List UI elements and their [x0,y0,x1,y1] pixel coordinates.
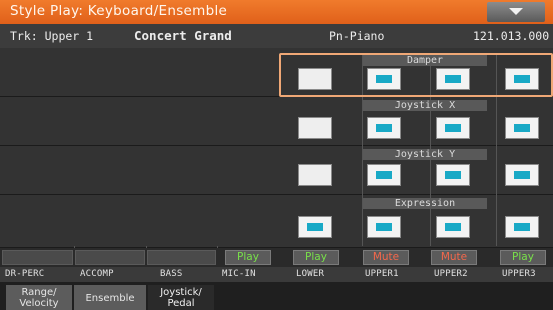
play-mute-row: Play Play Mute Mute Play [0,248,553,267]
joystick-y-cell-upper3[interactable] [505,164,539,186]
page-tabs: Range/ Velocity Ensemble Joystick/ Pedal [0,282,553,310]
selection-highlight [279,53,553,97]
page-title: Style Play: Keyboard/Ensemble [10,3,228,19]
page-menu-button[interactable] [487,2,545,22]
section-label-expression: Expression [363,198,487,209]
track-label-upper2: UPPER2 [434,269,468,279]
expression-cell-upper3[interactable] [505,216,539,238]
track-name: Trk: Upper 1 [10,29,94,43]
expression-cell-upper2[interactable] [436,216,470,238]
section-label-joystick-x: Joystick X [363,100,487,111]
play-mute-mic-in[interactable]: Play [225,250,271,265]
tab-ensemble[interactable]: Ensemble [74,285,146,310]
track-label-mic-in: MIC-IN [222,269,256,279]
play-mute-slot-dr-perc[interactable] [2,250,73,265]
program-number: 121.013.000 [473,29,550,43]
sound-category: Pn-Piano [329,29,385,43]
track-label-upper1: UPPER1 [365,269,399,279]
play-mute-lower[interactable]: Play [293,250,339,265]
joystick-x-cell-upper2[interactable] [436,117,470,139]
sound-name: Concert Grand [134,28,232,43]
expression-cell-lower[interactable] [298,216,332,238]
joystick-x-cell-lower[interactable] [298,117,332,139]
track-label-accomp: ACCOMP [80,269,114,279]
expression-cell-upper1[interactable] [367,216,401,238]
track-label-upper3: UPPER3 [502,269,536,279]
title-bar: Style Play: Keyboard/Ensemble [0,0,553,24]
screen: Style Play: Keyboard/Ensemble Trk: Upper… [0,0,553,310]
tab-joystick-pedal[interactable]: Joystick/ Pedal [148,285,214,310]
play-mute-upper3[interactable]: Play [500,250,546,265]
track-name-row: DR-PERC ACCOMP BASS MIC-IN LOWER UPPER1 … [0,267,553,282]
joystick-x-cell-upper1[interactable] [367,117,401,139]
joystick-y-cell-lower[interactable] [298,164,332,186]
joystick-y-cell-upper1[interactable] [367,164,401,186]
info-bar: Trk: Upper 1 Concert Grand Pn-Piano 121.… [0,24,553,48]
section-label-joystick-y: Joystick Y [363,149,487,160]
joystick-y-cell-upper2[interactable] [436,164,470,186]
play-mute-slot-accomp[interactable] [75,250,145,265]
track-label-dr-perc: DR-PERC [5,269,45,279]
play-mute-upper2[interactable]: Mute [431,250,477,265]
tab-label: Joystick/ Pedal [160,287,202,309]
tab-range-velocity[interactable]: Range/ Velocity [6,285,72,310]
play-mute-slot-bass[interactable] [147,250,216,265]
tab-label: Range/ Velocity [19,287,59,309]
track-label-lower: LOWER [296,269,325,279]
joystick-x-cell-upper3[interactable] [505,117,539,139]
tab-label: Ensemble [85,292,135,304]
play-mute-upper1[interactable]: Mute [363,250,409,265]
track-label-bass: BASS [160,269,183,279]
